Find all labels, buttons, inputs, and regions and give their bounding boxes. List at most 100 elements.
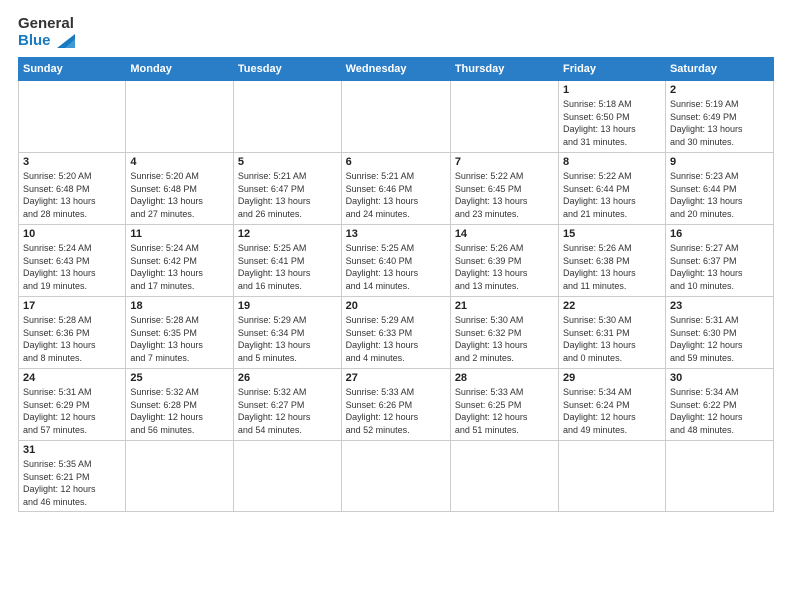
day-info: Sunrise: 5:25 AM Sunset: 6:40 PM Dayligh…: [346, 242, 446, 292]
day-number: 6: [346, 156, 446, 168]
col-header-tuesday: Tuesday: [233, 58, 341, 81]
day-info: Sunrise: 5:25 AM Sunset: 6:41 PM Dayligh…: [238, 242, 337, 292]
calendar-cell: 20 Sunrise: 5:29 AM Sunset: 6:33 PM Dayli…: [341, 297, 450, 369]
day-info: Sunrise: 5:24 AM Sunset: 6:42 PM Dayligh…: [130, 242, 229, 292]
logo: General Blue: [18, 16, 75, 49]
calendar-cell: 30 Sunrise: 5:34 AM Sunset: 6:22 PM Dayli…: [665, 369, 773, 441]
day-info: Sunrise: 5:32 AM Sunset: 6:27 PM Dayligh…: [238, 386, 337, 436]
calendar-week-row: 3 Sunrise: 5:20 AM Sunset: 6:48 PM Daylig…: [19, 153, 774, 225]
day-number: 13: [346, 228, 446, 240]
day-info: Sunrise: 5:24 AM Sunset: 6:43 PM Dayligh…: [23, 242, 121, 292]
day-info: Sunrise: 5:18 AM Sunset: 6:50 PM Dayligh…: [563, 98, 661, 148]
day-info: Sunrise: 5:35 AM Sunset: 6:21 PM Dayligh…: [23, 458, 121, 508]
day-info: Sunrise: 5:26 AM Sunset: 6:38 PM Dayligh…: [563, 242, 661, 292]
day-info: Sunrise: 5:30 AM Sunset: 6:32 PM Dayligh…: [455, 314, 554, 364]
calendar-cell: 3 Sunrise: 5:20 AM Sunset: 6:48 PM Daylig…: [19, 153, 126, 225]
calendar-header-row: SundayMondayTuesdayWednesdayThursdayFrid…: [19, 58, 774, 81]
col-header-friday: Friday: [559, 58, 666, 81]
calendar-cell: 6 Sunrise: 5:21 AM Sunset: 6:46 PM Daylig…: [341, 153, 450, 225]
day-info: Sunrise: 5:29 AM Sunset: 6:34 PM Dayligh…: [238, 314, 337, 364]
calendar-cell: 11 Sunrise: 5:24 AM Sunset: 6:42 PM Dayli…: [126, 225, 234, 297]
day-number: 20: [346, 300, 446, 312]
logo-triangle-icon: [57, 34, 75, 48]
logo-text: General Blue: [18, 16, 75, 49]
day-number: 10: [23, 228, 121, 240]
day-info: Sunrise: 5:33 AM Sunset: 6:26 PM Dayligh…: [346, 386, 446, 436]
calendar-cell: [19, 81, 126, 153]
calendar-cell: [341, 441, 450, 512]
day-info: Sunrise: 5:34 AM Sunset: 6:24 PM Dayligh…: [563, 386, 661, 436]
day-info: Sunrise: 5:20 AM Sunset: 6:48 PM Dayligh…: [130, 170, 229, 220]
day-number: 30: [670, 372, 769, 384]
day-number: 25: [130, 372, 229, 384]
day-number: 26: [238, 372, 337, 384]
calendar-cell: 26 Sunrise: 5:32 AM Sunset: 6:27 PM Dayli…: [233, 369, 341, 441]
calendar-cell: [665, 441, 773, 512]
day-number: 3: [23, 156, 121, 168]
col-header-monday: Monday: [126, 58, 234, 81]
day-number: 29: [563, 372, 661, 384]
calendar-cell: 2 Sunrise: 5:19 AM Sunset: 6:49 PM Daylig…: [665, 81, 773, 153]
day-number: 7: [455, 156, 554, 168]
day-info: Sunrise: 5:20 AM Sunset: 6:48 PM Dayligh…: [23, 170, 121, 220]
calendar-cell: [126, 441, 234, 512]
calendar-cell: 9Sunrise: 5:23 AM Sunset: 6:44 PM Daylig…: [665, 153, 773, 225]
day-number: 17: [23, 300, 121, 312]
day-number: 8: [563, 156, 661, 168]
calendar-cell: 5 Sunrise: 5:21 AM Sunset: 6:47 PM Daylig…: [233, 153, 341, 225]
day-info: Sunrise: 5:31 AM Sunset: 6:30 PM Dayligh…: [670, 314, 769, 364]
calendar-cell: 22Sunrise: 5:30 AM Sunset: 6:31 PM Dayli…: [559, 297, 666, 369]
day-info: Sunrise: 5:27 AM Sunset: 6:37 PM Dayligh…: [670, 242, 769, 292]
day-info: Sunrise: 5:22 AM Sunset: 6:44 PM Dayligh…: [563, 170, 661, 220]
day-number: 14: [455, 228, 554, 240]
day-number: 12: [238, 228, 337, 240]
calendar-cell: 13 Sunrise: 5:25 AM Sunset: 6:40 PM Dayli…: [341, 225, 450, 297]
day-number: 24: [23, 372, 121, 384]
day-number: 27: [346, 372, 446, 384]
day-number: 28: [455, 372, 554, 384]
col-header-sunday: Sunday: [19, 58, 126, 81]
calendar-cell: 4Sunrise: 5:20 AM Sunset: 6:48 PM Daylig…: [126, 153, 234, 225]
day-info: Sunrise: 5:29 AM Sunset: 6:33 PM Dayligh…: [346, 314, 446, 364]
day-info: Sunrise: 5:34 AM Sunset: 6:22 PM Dayligh…: [670, 386, 769, 436]
calendar-cell: 7 Sunrise: 5:22 AM Sunset: 6:45 PM Daylig…: [450, 153, 558, 225]
calendar-cell: 12 Sunrise: 5:25 AM Sunset: 6:41 PM Dayli…: [233, 225, 341, 297]
calendar-cell: 14Sunrise: 5:26 AM Sunset: 6:39 PM Dayli…: [450, 225, 558, 297]
col-header-wednesday: Wednesday: [341, 58, 450, 81]
day-info: Sunrise: 5:22 AM Sunset: 6:45 PM Dayligh…: [455, 170, 554, 220]
calendar-table: SundayMondayTuesdayWednesdayThursdayFrid…: [18, 57, 774, 512]
calendar-cell: 23 Sunrise: 5:31 AM Sunset: 6:30 PM Dayli…: [665, 297, 773, 369]
day-info: Sunrise: 5:31 AM Sunset: 6:29 PM Dayligh…: [23, 386, 121, 436]
calendar-cell: [233, 81, 341, 153]
calendar-cell: 17Sunrise: 5:28 AM Sunset: 6:36 PM Dayli…: [19, 297, 126, 369]
calendar-cell: 21 Sunrise: 5:30 AM Sunset: 6:32 PM Dayli…: [450, 297, 558, 369]
day-info: Sunrise: 5:28 AM Sunset: 6:35 PM Dayligh…: [130, 314, 229, 364]
col-header-thursday: Thursday: [450, 58, 558, 81]
calendar-cell: 8 Sunrise: 5:22 AM Sunset: 6:44 PM Daylig…: [559, 153, 666, 225]
calendar-week-row: 10 Sunrise: 5:24 AM Sunset: 6:43 PM Dayli…: [19, 225, 774, 297]
day-number: 1: [563, 84, 661, 96]
day-info: Sunrise: 5:21 AM Sunset: 6:46 PM Dayligh…: [346, 170, 446, 220]
col-header-saturday: Saturday: [665, 58, 773, 81]
calendar-cell: 25Sunrise: 5:32 AM Sunset: 6:28 PM Dayli…: [126, 369, 234, 441]
calendar-cell: 16Sunrise: 5:27 AM Sunset: 6:37 PM Dayli…: [665, 225, 773, 297]
calendar-cell: 31Sunrise: 5:35 AM Sunset: 6:21 PM Dayli…: [19, 441, 126, 512]
day-info: Sunrise: 5:23 AM Sunset: 6:44 PM Dayligh…: [670, 170, 769, 220]
calendar-week-row: 1 Sunrise: 5:18 AM Sunset: 6:50 PM Daylig…: [19, 81, 774, 153]
day-number: 2: [670, 84, 769, 96]
day-info: Sunrise: 5:21 AM Sunset: 6:47 PM Dayligh…: [238, 170, 337, 220]
day-number: 18: [130, 300, 229, 312]
day-number: 5: [238, 156, 337, 168]
calendar-week-row: 17Sunrise: 5:28 AM Sunset: 6:36 PM Dayli…: [19, 297, 774, 369]
calendar-cell: 24 Sunrise: 5:31 AM Sunset: 6:29 PM Dayli…: [19, 369, 126, 441]
calendar-cell: 15Sunrise: 5:26 AM Sunset: 6:38 PM Dayli…: [559, 225, 666, 297]
calendar-cell: [126, 81, 234, 153]
day-info: Sunrise: 5:19 AM Sunset: 6:49 PM Dayligh…: [670, 98, 769, 148]
calendar-cell: 29 Sunrise: 5:34 AM Sunset: 6:24 PM Dayli…: [559, 369, 666, 441]
day-number: 21: [455, 300, 554, 312]
header: General Blue: [18, 16, 774, 49]
calendar-cell: [450, 81, 558, 153]
day-number: 11: [130, 228, 229, 240]
calendar-cell: 27 Sunrise: 5:33 AM Sunset: 6:26 PM Dayli…: [341, 369, 450, 441]
day-number: 23: [670, 300, 769, 312]
